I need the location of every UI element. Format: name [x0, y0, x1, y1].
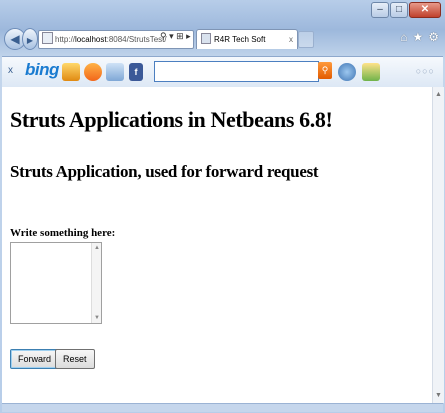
scroll-up-icon[interactable]: ▲: [94, 245, 100, 251]
message-textarea[interactable]: [11, 243, 91, 321]
address-path: :8084/StrutsTest/: [106, 35, 167, 44]
tools-gear-icon[interactable]: ⚙: [428, 30, 439, 44]
new-tab-button[interactable]: [298, 31, 314, 48]
toolbar-search-input[interactable]: [154, 61, 319, 82]
toolbar-globe-icon[interactable]: [338, 63, 356, 81]
page-icon: [42, 32, 53, 44]
reset-button[interactable]: Reset: [55, 349, 95, 369]
back-arrow-icon: ◀: [10, 32, 20, 46]
page-title: Struts Applications in Netbeans 6.8!: [10, 107, 333, 132]
toolbar-people-icon[interactable]: [362, 63, 380, 81]
message-textarea-box: ▲ ▼: [10, 242, 102, 324]
toolbar-close-icon[interactable]: x: [8, 65, 13, 76]
toolbar-search-go-icon[interactable]: ⚲: [318, 62, 332, 79]
toolbar-app-icon[interactable]: [62, 63, 80, 81]
tab-favicon-icon: [201, 33, 211, 44]
page-content: Struts Applications in Netbeans 6.8! Str…: [2, 87, 432, 403]
page-scrollbar[interactable]: ▲ ▼: [432, 87, 444, 403]
toolbar-mail-icon[interactable]: [106, 63, 124, 81]
bing-logo[interactable]: bing: [25, 60, 59, 80]
forward-button[interactable]: Forward: [10, 349, 60, 369]
home-icon[interactable]: ⌂: [400, 30, 407, 44]
close-window-button[interactable]: ✕: [409, 2, 441, 18]
favorites-star-icon[interactable]: ★: [412, 30, 423, 44]
minimize-button[interactable]: –: [371, 2, 389, 18]
address-host: localhost: [75, 35, 107, 44]
facebook-icon[interactable]: f: [129, 63, 143, 81]
forward-arrow-icon: ▶: [26, 36, 34, 45]
address-search-controls[interactable]: ⚲ ▾ ⊞ ▸: [160, 31, 191, 42]
textarea-label: Write something here:: [10, 227, 116, 239]
tab-title: R4R Tech Soft: [214, 35, 266, 44]
tab-r4r-tech-soft[interactable]: R4R Tech Soft x: [196, 29, 298, 49]
scroll-down-icon[interactable]: ▼: [94, 315, 100, 321]
browser-window: – □ ✕ ◀ ▶ http://localhost:8084/StrutsTe…: [0, 0, 445, 413]
address-prefix: http://: [55, 35, 76, 44]
page-scroll-up-icon[interactable]: ▲: [435, 91, 442, 98]
page-scroll-down-icon[interactable]: ▼: [435, 392, 442, 399]
forward-button[interactable]: ▶: [22, 28, 38, 50]
tab-close-icon[interactable]: x: [289, 30, 293, 49]
textarea-scrollbar[interactable]: ▲ ▼: [91, 243, 101, 323]
toolbar-more-icon[interactable]: ○○○: [416, 66, 435, 76]
page-subtitle: Struts Application, used for forward req…: [10, 162, 319, 181]
window-controls: – □ ✕: [371, 2, 441, 18]
browser-command-icons: ⌂ ★ ⚙: [400, 30, 439, 44]
bing-toolbar: x bing f ⚲ ○○○: [2, 56, 443, 88]
status-bar: [2, 403, 443, 412]
maximize-button[interactable]: □: [390, 2, 408, 18]
toolbar-weather-icon[interactable]: [84, 63, 102, 81]
